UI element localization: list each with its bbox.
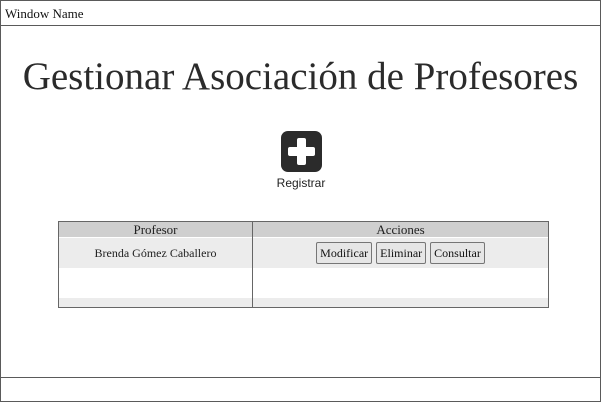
- app-window: Window Name Gestionar Asociación de Prof…: [0, 0, 601, 402]
- delete-button[interactable]: Eliminar: [376, 242, 427, 264]
- table-cell-acciones: Modificar Eliminar Consultar: [253, 238, 548, 268]
- window-title: Window Name: [5, 6, 84, 21]
- table-row-stripe: [59, 298, 548, 307]
- register-button[interactable]: Registrar: [271, 131, 331, 190]
- view-button[interactable]: Consultar: [430, 242, 485, 264]
- plus-icon[interactable]: [280, 131, 322, 172]
- column-header-profesor: Profesor: [59, 222, 252, 237]
- column-header-acciones: Acciones: [253, 222, 548, 237]
- professors-table: Profesor Acciones Brenda Gómez Caballero…: [58, 221, 549, 308]
- footer-divider: [1, 377, 600, 378]
- table-cell-profesor: Brenda Gómez Caballero: [94, 246, 217, 260]
- modify-button[interactable]: Modificar: [316, 242, 373, 264]
- title-bar: Window Name: [1, 1, 600, 26]
- register-label: Registrar: [276, 176, 326, 190]
- page-title: Gestionar Asociación de Profesores: [22, 55, 579, 98]
